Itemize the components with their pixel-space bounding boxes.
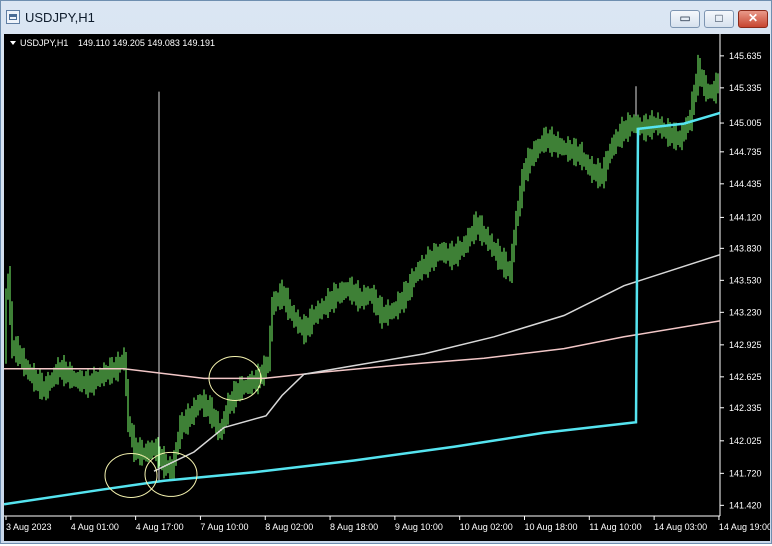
time-scale: 3 Aug 2023 4 Aug 01:00 4 Aug 17:00 7 Aug 10… — [5, 516, 772, 532]
window-title: USDJPY,H1 — [25, 10, 95, 25]
chart-info-header: USDJPY,H1 149.110 149.205 149.083 149.19… — [10, 38, 215, 48]
time-tick-label: 14 Aug 19:00 — [719, 522, 770, 532]
chart-ohlc: 149.110 149.205 149.083 149.191 — [78, 38, 215, 48]
price-tick-label: 142.335 — [729, 403, 762, 413]
price-tick-label: 145.335 — [729, 83, 762, 93]
maximize-button[interactable]: □ — [704, 10, 734, 28]
time-tick-label: 14 Aug 03:00 — [654, 522, 707, 532]
price-bars — [5, 54, 719, 479]
price-tick-label: 141.420 — [729, 500, 762, 510]
moving-averages — [3, 111, 721, 506]
price-tick-label: 145.005 — [729, 118, 762, 128]
time-tick-label: 8 Aug 18:00 — [330, 522, 378, 532]
time-tick-label: 7 Aug 10:00 — [200, 522, 248, 532]
ma-mid-line — [153, 253, 721, 472]
price-tick-label: 142.025 — [729, 436, 762, 446]
time-tick-label: 9 Aug 10:00 — [395, 522, 443, 532]
time-tick-label: 8 Aug 02:00 — [265, 522, 313, 532]
minimize-button[interactable]: ▭ — [670, 10, 700, 28]
chart-area[interactable]: 145.635 145.335 145.005 144.735 144.435 144.1… — [3, 34, 772, 541]
price-tick-label: 145.635 — [729, 51, 762, 61]
price-tick-label: 143.230 — [729, 307, 762, 317]
price-tick-label: 144.735 — [729, 147, 762, 157]
highlight-circle — [144, 451, 198, 497]
ma-fast-line — [3, 111, 721, 506]
time-tick-label: 3 Aug 2023 — [6, 522, 52, 532]
chart-symbol: USDJPY,H1 — [20, 38, 68, 48]
price-scale: 145.635 145.335 145.005 144.735 144.435 144.1… — [720, 51, 762, 510]
time-tick-label: 10 Aug 18:00 — [524, 522, 577, 532]
ma-slow-line — [4, 320, 721, 380]
highlight-circle — [104, 452, 158, 498]
time-tick-label: 10 Aug 02:00 — [460, 522, 513, 532]
price-tick-label: 142.625 — [729, 372, 762, 382]
price-tick-label: 143.830 — [729, 243, 762, 253]
time-tick-label: 4 Aug 01:00 — [71, 522, 119, 532]
chart-window: USDJPY,H1 ▭ □ ✕ 145.635 145.335 145.005 144… — [0, 0, 772, 544]
price-tick-label: 144.120 — [729, 212, 762, 222]
close-button[interactable]: ✕ — [738, 10, 768, 28]
price-tick-label: 141.720 — [729, 468, 762, 478]
time-tick-label: 11 Aug 10:00 — [589, 522, 641, 532]
price-tick-label: 142.925 — [729, 340, 762, 350]
chart-window-icon — [6, 10, 20, 24]
price-tick-label: 144.435 — [729, 179, 762, 189]
title-bar[interactable]: USDJPY,H1 ▭ □ ✕ — [1, 1, 771, 34]
price-chart[interactable]: 145.635 145.335 145.005 144.735 144.435 144.1… — [3, 34, 772, 541]
time-tick-label: 4 Aug 17:00 — [136, 522, 184, 532]
chart-menu-triangle-icon[interactable] — [10, 41, 16, 45]
price-tick-label: 143.530 — [729, 275, 762, 285]
